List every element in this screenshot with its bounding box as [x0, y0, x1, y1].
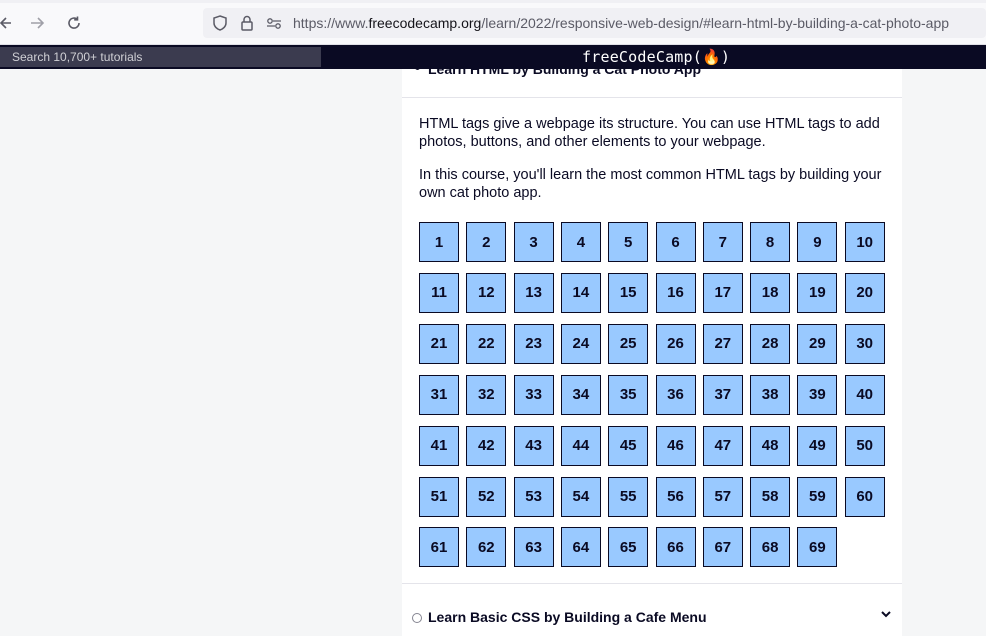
- step-button-41[interactable]: 41: [419, 425, 459, 466]
- step-button-62[interactable]: 62: [466, 527, 507, 568]
- step-button-16[interactable]: 16: [655, 272, 696, 313]
- step-button-2[interactable]: 2: [466, 222, 507, 262]
- step-button-54[interactable]: 54: [560, 476, 601, 517]
- step-button-64[interactable]: 64: [560, 527, 601, 568]
- step-button-48[interactable]: 48: [750, 425, 791, 466]
- back-arrow-icon[interactable]: [0, 13, 14, 33]
- step-button-40[interactable]: 40: [844, 374, 885, 415]
- chevron-down-icon[interactable]: [880, 608, 892, 623]
- step-button-36[interactable]: 36: [655, 374, 696, 415]
- step-button-18[interactable]: 18: [750, 272, 791, 313]
- step-button-33[interactable]: 33: [513, 374, 554, 415]
- step-button-65[interactable]: 65: [608, 527, 649, 568]
- step-button-68[interactable]: 68: [750, 527, 791, 568]
- step-button-22[interactable]: 22: [466, 323, 507, 364]
- step-button-67[interactable]: 67: [702, 527, 743, 568]
- step-button-44[interactable]: 44: [560, 425, 601, 466]
- step-button-58[interactable]: 58: [750, 476, 791, 517]
- address-bar[interactable]: https://www.freecodecamp.org/learn/2022/…: [203, 8, 986, 38]
- incomplete-circle-icon: [412, 613, 422, 623]
- step-button-38[interactable]: 38: [750, 374, 791, 415]
- step-button-26[interactable]: 26: [655, 323, 696, 364]
- step-button-56[interactable]: 56: [655, 476, 696, 517]
- step-button-46[interactable]: 46: [655, 425, 696, 466]
- step-button-20[interactable]: 20: [844, 272, 885, 313]
- step-button-60[interactable]: 60: [844, 476, 885, 517]
- forward-arrow-icon[interactable]: [28, 13, 48, 33]
- step-button-14[interactable]: 14: [560, 272, 601, 313]
- course-panel: Learn HTML by Building a Cat Photo App H…: [402, 61, 902, 636]
- step-button-61[interactable]: 61: [419, 527, 459, 568]
- step-button-13[interactable]: 13: [513, 272, 554, 313]
- divider: [402, 97, 902, 98]
- step-button-32[interactable]: 32: [466, 374, 507, 415]
- step-button-9[interactable]: 9: [797, 222, 838, 262]
- divider: [402, 583, 902, 584]
- tab-strip-edge: [0, 0, 986, 3]
- step-button-63[interactable]: 63: [513, 527, 554, 568]
- step-button-11[interactable]: 11: [419, 272, 459, 313]
- current-course-bullet: [415, 65, 420, 70]
- step-button-8[interactable]: 8: [750, 222, 791, 262]
- step-button-59[interactable]: 59: [797, 476, 838, 517]
- search-input[interactable]: Search 10,700+ tutorials: [0, 47, 321, 67]
- step-button-4[interactable]: 4: [560, 222, 601, 262]
- reload-icon[interactable]: [64, 13, 84, 33]
- step-button-45[interactable]: 45: [608, 425, 649, 466]
- step-button-23[interactable]: 23: [513, 323, 554, 364]
- step-button-49[interactable]: 49: [797, 425, 838, 466]
- step-button-55[interactable]: 55: [608, 476, 649, 517]
- step-button-42[interactable]: 42: [466, 425, 507, 466]
- step-button-39[interactable]: 39: [797, 374, 838, 415]
- step-button-35[interactable]: 35: [608, 374, 649, 415]
- step-button-29[interactable]: 29: [797, 323, 838, 364]
- url-text[interactable]: https://www.freecodecamp.org/learn/2022/…: [293, 15, 949, 31]
- step-button-15[interactable]: 15: [608, 272, 649, 313]
- step-button-51[interactable]: 51: [419, 476, 459, 517]
- step-button-1[interactable]: 1: [419, 222, 459, 262]
- step-button-34[interactable]: 34: [560, 374, 601, 415]
- course-description-1: HTML tags give a webpage its structure. …: [419, 116, 880, 150]
- step-button-53[interactable]: 53: [513, 476, 554, 517]
- step-button-47[interactable]: 47: [702, 425, 743, 466]
- step-button-5[interactable]: 5: [608, 222, 649, 262]
- step-button-10[interactable]: 10: [844, 222, 885, 262]
- step-button-24[interactable]: 24: [560, 323, 601, 364]
- course-description-2: In this course, you'll learn the most co…: [419, 167, 882, 201]
- current-course-title[interactable]: Learn HTML by Building a Cat Photo App: [428, 61, 701, 77]
- step-button-7[interactable]: 7: [702, 222, 743, 262]
- step-button-37[interactable]: 37: [702, 374, 743, 415]
- step-button-3[interactable]: 3: [513, 222, 554, 262]
- step-button-50[interactable]: 50: [844, 425, 885, 466]
- next-course-row[interactable]: Learn Basic CSS by Building a Cafe Menu: [402, 599, 902, 636]
- step-button-30[interactable]: 30: [844, 323, 885, 364]
- step-button-28[interactable]: 28: [750, 323, 791, 364]
- step-button-27[interactable]: 27: [702, 323, 743, 364]
- step-button-43[interactable]: 43: [513, 425, 554, 466]
- step-button-17[interactable]: 17: [702, 272, 743, 313]
- step-button-66[interactable]: 66: [655, 527, 696, 568]
- step-button-31[interactable]: 31: [419, 374, 459, 415]
- permissions-icon[interactable]: [265, 14, 283, 32]
- shield-icon[interactable]: [211, 14, 229, 32]
- step-button-57[interactable]: 57: [702, 476, 743, 517]
- step-button-21[interactable]: 21: [419, 323, 459, 364]
- lock-icon[interactable]: [238, 14, 256, 32]
- browser-toolbar: https://www.freecodecamp.org/learn/2022/…: [0, 0, 986, 45]
- step-button-6[interactable]: 6: [655, 222, 696, 262]
- step-button-52[interactable]: 52: [466, 476, 507, 517]
- step-button-12[interactable]: 12: [466, 272, 507, 313]
- next-course-title[interactable]: Learn Basic CSS by Building a Cafe Menu: [428, 609, 707, 625]
- step-button-69[interactable]: 69: [797, 527, 838, 568]
- step-button-19[interactable]: 19: [797, 272, 838, 313]
- step-button-25[interactable]: 25: [608, 323, 649, 364]
